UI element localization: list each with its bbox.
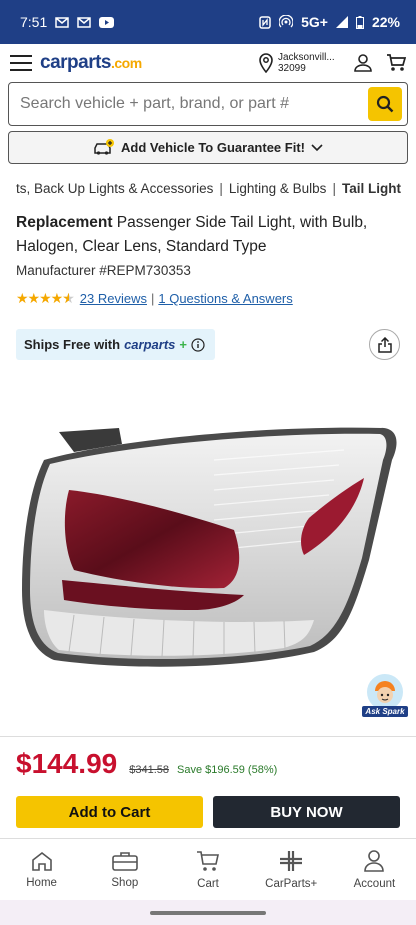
- status-time: 7:51: [20, 14, 48, 30]
- price-row: $144.99 $341.58 Save $196.59 (58%): [16, 748, 277, 780]
- nav-shop[interactable]: Shop: [83, 839, 166, 900]
- home-icon: [31, 851, 52, 871]
- cart-icon[interactable]: [386, 53, 406, 73]
- carparts-plus-brand: carparts: [124, 337, 176, 352]
- manufacturer-number: Manufacturer #REPM730353: [16, 263, 191, 278]
- chevron-down-icon: [311, 143, 323, 151]
- gmail-icon: [77, 16, 91, 28]
- home-gesture-bar[interactable]: [150, 911, 266, 915]
- network-type: 5G+: [301, 14, 328, 30]
- carparts-plus-icon: [280, 850, 303, 871]
- add-vehicle-label: Add Vehicle To Guarantee Fit!: [121, 140, 305, 155]
- spark-mascot-icon: [375, 681, 395, 703]
- location-pin-icon: [259, 53, 273, 73]
- menu-button[interactable]: [10, 55, 32, 71]
- divider: [0, 736, 416, 737]
- nav-shop-label: Shop: [111, 876, 139, 889]
- nav-cart-label: Cart: [197, 877, 219, 890]
- nav-account-label: Account: [353, 877, 396, 890]
- bottom-nav: Home Shop Cart CarParts+ Account: [0, 838, 416, 900]
- signal-icon: [335, 16, 348, 28]
- search-icon: [376, 95, 394, 113]
- ships-free-badge[interactable]: Ships Free with carparts +: [16, 329, 215, 360]
- savings-text: Save $196.59 (58%): [176, 764, 278, 776]
- breadcrumb-current[interactable]: Tail Light: [342, 181, 401, 196]
- ask-spark-label: Ask Spark: [362, 706, 408, 717]
- info-icon[interactable]: [191, 337, 205, 352]
- buy-now-button[interactable]: BUY NOW: [213, 796, 400, 828]
- gmail-icon: [55, 16, 69, 28]
- nav-account[interactable]: Account: [333, 839, 416, 900]
- share-icon: [377, 336, 392, 353]
- nav-cart[interactable]: Cart: [166, 839, 249, 900]
- product-title: Replacement Passenger Side Tail Light, w…: [16, 211, 406, 259]
- rating-row: ★★★★★ ★ 23 Reviews | 1 Questions & Answer…: [16, 290, 293, 306]
- hotspot-icon: [279, 15, 294, 28]
- qa-link[interactable]: 1 Questions & Answers: [158, 291, 292, 306]
- add-vehicle-button[interactable]: Add Vehicle To Guarantee Fit!: [8, 131, 408, 164]
- add-to-cart-button[interactable]: Add to Cart: [16, 796, 203, 828]
- nav-home-label: Home: [26, 876, 57, 889]
- add-car-icon: [94, 138, 115, 155]
- ships-free-text: Ships Free with: [24, 337, 121, 352]
- battery-icon: [355, 15, 364, 29]
- account-icon: [364, 849, 385, 872]
- original-price: $341.58: [129, 764, 169, 776]
- share-button[interactable]: [369, 329, 400, 360]
- nav-carparts-plus[interactable]: CarParts+: [250, 839, 333, 900]
- nav-carparts-plus-label: CarParts+: [265, 877, 318, 890]
- star-rating: ★★★★★ ★: [16, 290, 75, 306]
- breadcrumb: ts, Back Up Lights & Accessories | Lightin…: [16, 181, 401, 196]
- location-selector[interactable]: Jacksonvill... 32099: [258, 52, 340, 74]
- product-brand: Replacement: [16, 214, 113, 231]
- search-bar: [8, 82, 408, 126]
- search-button[interactable]: [368, 87, 402, 121]
- site-header: carparts.com Jacksonvill... 32099: [0, 44, 416, 82]
- ask-spark-button[interactable]: Ask Spark: [362, 672, 408, 722]
- location-zip: 32099: [278, 63, 306, 74]
- nav-home[interactable]: Home: [0, 839, 83, 900]
- toolbox-icon: [111, 851, 138, 871]
- location-city: Jacksonvill...: [278, 52, 335, 63]
- search-input[interactable]: [9, 95, 368, 113]
- cart-icon: [197, 850, 219, 871]
- battery-percent: 22%: [371, 14, 400, 30]
- breadcrumb-item[interactable]: ts, Back Up Lights & Accessories: [16, 181, 213, 196]
- status-bar: 7:51 5G+ 22%: [0, 0, 416, 44]
- carparts-plus-sign: +: [179, 337, 187, 352]
- nfc-icon: [259, 15, 271, 29]
- current-price: $144.99: [16, 748, 118, 779]
- breadcrumb-item[interactable]: Lighting & Bulbs: [229, 181, 327, 196]
- account-icon[interactable]: [354, 54, 372, 72]
- site-logo[interactable]: carparts.com: [40, 52, 142, 74]
- product-image-tail-light[interactable]: [14, 420, 404, 680]
- reviews-link[interactable]: 23 Reviews: [80, 291, 147, 306]
- youtube-icon: [99, 16, 115, 28]
